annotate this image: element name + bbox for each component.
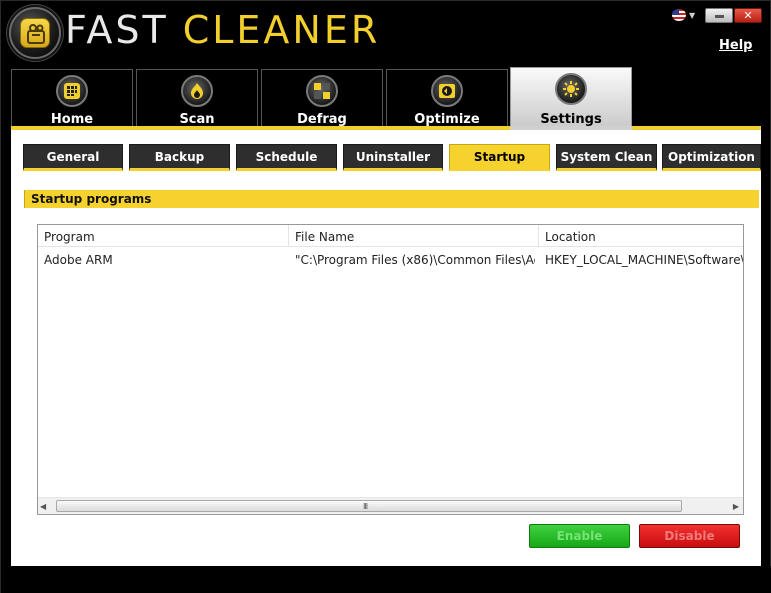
subtab-general[interactable]: General <box>23 144 123 171</box>
tab-settings[interactable]: Settings <box>510 67 632 129</box>
tab-scan[interactable]: Scan <box>136 69 258 127</box>
tab-scan-label: Scan <box>179 112 215 127</box>
main-tabs: Home Scan Defrag Optimize Settings <box>11 67 761 129</box>
tab-home-label: Home <box>50 112 94 127</box>
subtab-optimization[interactable]: Optimization <box>662 144 761 171</box>
subtab-backup[interactable]: Backup <box>129 144 230 171</box>
tab-home[interactable]: Home <box>11 69 133 127</box>
subtab-startup[interactable]: Startup <box>449 144 550 171</box>
minimize-icon <box>715 15 724 18</box>
section-title: Startup programs <box>24 190 759 208</box>
tab-defrag[interactable]: Defrag <box>261 69 383 127</box>
language-caret-icon[interactable]: ▼ <box>689 11 695 20</box>
optimize-icon <box>431 75 463 107</box>
settings-panel: General Backup Schedule Uninstaller Star… <box>11 130 761 566</box>
scan-icon <box>181 75 213 107</box>
app-logo <box>9 7 61 59</box>
cell-file-name: "C:\Program Files (x86)\Common Files\Ad.… <box>295 253 535 267</box>
column-header-file-name[interactable]: File Name <box>289 225 539 247</box>
scroll-right-arrow-icon[interactable]: ▶ <box>733 502 739 511</box>
defrag-icon <box>306 75 338 107</box>
tab-optimize-label: Optimize <box>414 112 480 127</box>
subtab-schedule[interactable]: Schedule <box>236 144 337 171</box>
cleaner-icon <box>20 18 50 48</box>
disable-button[interactable]: Disable <box>639 524 740 548</box>
brand-cleaner: CLEANER <box>182 8 381 52</box>
tab-optimize[interactable]: Optimize <box>386 69 508 127</box>
tab-defrag-label: Defrag <box>297 112 347 127</box>
startup-programs-list[interactable]: Program File Name Location Adobe ARM "C:… <box>37 224 744 515</box>
app-title: FAST CLEANER <box>65 8 380 52</box>
scroll-left-arrow-icon[interactable]: ◀ <box>40 502 46 511</box>
help-link[interactable]: Help <box>719 38 752 53</box>
status-footer <box>1 566 771 593</box>
column-header-location[interactable]: Location <box>539 225 743 247</box>
settings-icon <box>555 73 587 105</box>
close-button[interactable]: ✕ <box>734 8 762 23</box>
language-flag-icon[interactable] <box>672 9 686 21</box>
horizontal-scrollbar[interactable]: ◀ III ▶ <box>38 497 743 514</box>
enable-button[interactable]: Enable <box>529 524 630 548</box>
app-window: FAST CLEANER ▼ ✕ Help Home Scan Defrag O… <box>0 0 771 593</box>
cell-location: HKEY_LOCAL_MACHINE\Software\M <box>545 253 744 267</box>
home-icon <box>56 75 88 107</box>
scroll-grip-icon: III <box>363 502 368 511</box>
scrollbar-thumb[interactable]: III <box>56 500 682 512</box>
subtab-system-clean[interactable]: System Clean <box>556 144 657 171</box>
tab-settings-label: Settings <box>540 112 602 127</box>
close-icon: ✕ <box>743 9 753 22</box>
subtab-uninstaller[interactable]: Uninstaller <box>343 144 443 171</box>
list-header: Program File Name Location <box>38 225 743 247</box>
minimize-button[interactable] <box>705 8 733 23</box>
brand-fast: FAST <box>65 8 169 52</box>
cell-program: Adobe ARM <box>44 253 113 267</box>
column-header-program[interactable]: Program <box>38 225 289 247</box>
